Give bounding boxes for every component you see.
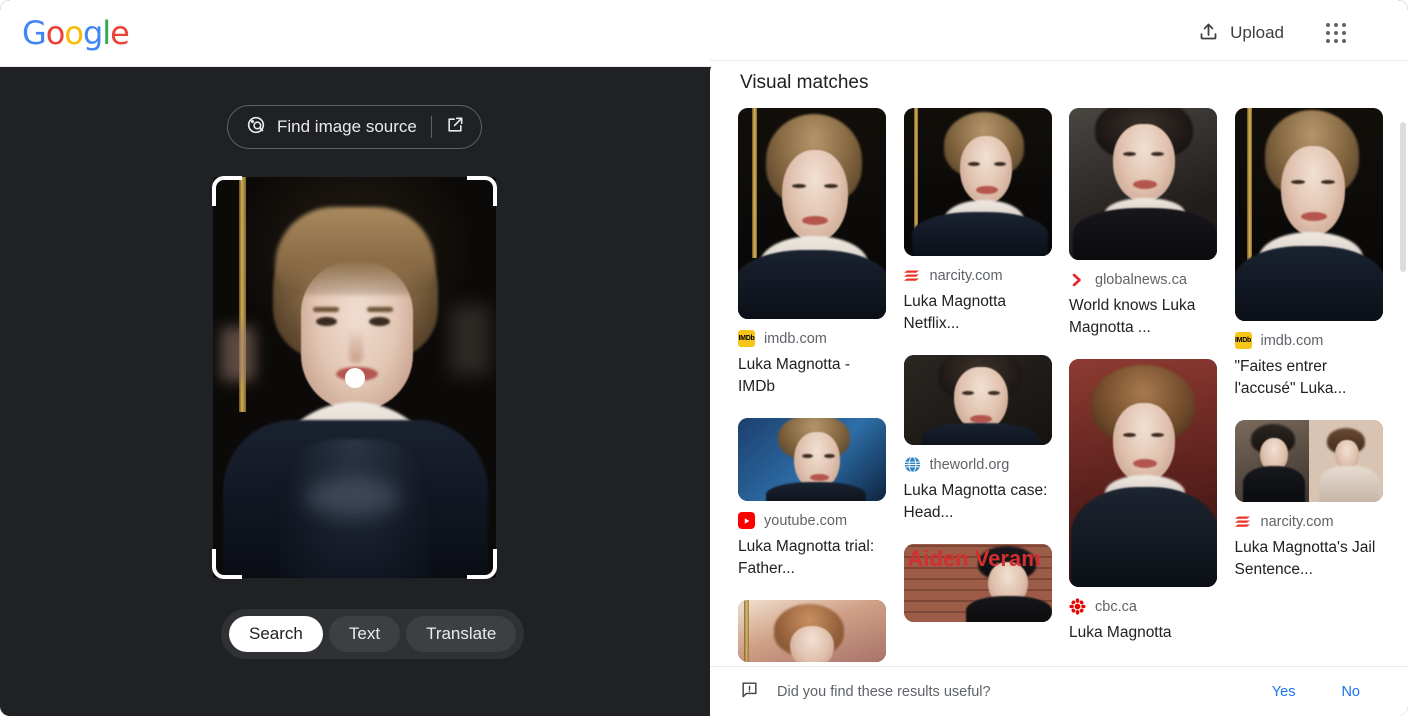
result-card[interactable]: Aiden Veram (903, 544, 1052, 622)
result-title[interactable]: Luka Magnotta case: Head... (904, 480, 1052, 524)
result-title[interactable]: "Faites entrer l'accusé" Luka... (1235, 356, 1383, 400)
upload-label: Upload (1230, 23, 1284, 42)
result-thumbnail (1069, 108, 1217, 260)
apps-grid-icon[interactable] (1326, 23, 1346, 43)
result-thumbnail (1234, 420, 1383, 502)
result-card[interactable]: theworld.org Luka Magnotta case: Head... (903, 355, 1052, 524)
crop-corner-top-left[interactable] (212, 176, 242, 206)
crop-corner-bottom-right[interactable] (467, 549, 497, 579)
mode-selector: Search Text Translate (221, 609, 525, 659)
source-domain: youtube.com (764, 512, 848, 529)
upload-button[interactable]: Upload (1194, 15, 1288, 51)
imdb-favicon: IMDb (1234, 332, 1252, 349)
result-thumbnail (1234, 108, 1383, 321)
feedback-no-button[interactable]: No (1341, 684, 1360, 700)
top-bar: Google Upload (0, 0, 1408, 67)
page-title: Visual matches (740, 72, 869, 93)
imdb-favicon: IMDb (738, 330, 755, 347)
result-title[interactable]: World knows Luka Magnotta ... (1069, 295, 1217, 339)
lens-search-icon (245, 114, 267, 141)
open-in-new-icon[interactable] (445, 115, 465, 140)
google-logo[interactable]: Google (22, 17, 130, 49)
source-domain: imdb.com (1260, 332, 1324, 349)
mode-text-button[interactable]: Text (328, 616, 401, 652)
crop-corner-top-right[interactable] (467, 176, 497, 206)
result-title[interactable]: Luka Magnotta (1069, 622, 1217, 644)
results-scrollbar[interactable] (1400, 122, 1406, 716)
source-domain: narcity.com (1260, 513, 1334, 530)
divider (430, 116, 432, 138)
result-source[interactable]: IMDb imdb.com (1234, 332, 1383, 349)
theworld-favicon (903, 456, 921, 473)
result-card[interactable]: IMDb imdb.com "Faites entrer l'accusé" L… (1234, 108, 1383, 400)
results-grid[interactable]: IMDb imdb.com Luka Magnotta - IMDb youtu… (738, 108, 1386, 674)
result-thumbnail (903, 108, 1052, 256)
mode-translate-button[interactable]: Translate (406, 616, 517, 652)
result-source[interactable]: cbc.ca (1069, 598, 1217, 615)
upload-arrow-icon (1198, 21, 1219, 45)
result-source[interactable]: theworld.org (903, 456, 1052, 473)
result-source[interactable]: youtube.com (738, 512, 886, 529)
result-source[interactable]: narcity.com (1234, 513, 1383, 530)
result-source[interactable]: narcity.com (903, 267, 1052, 284)
feedback-question: Did you find these results useful? (777, 683, 991, 700)
center-drag-handle[interactable] (344, 367, 365, 388)
visual-matches-pane: Visual matches IMDb imdb.com Luka Magnot… (710, 60, 1408, 716)
result-source[interactable]: globalnews.ca (1069, 271, 1217, 288)
feedback-yes-button[interactable]: Yes (1272, 684, 1296, 700)
result-thumbnail (738, 600, 886, 662)
result-thumbnail (1069, 359, 1217, 587)
scrollbar-thumb[interactable] (1400, 122, 1406, 272)
feedback-bar: Did you find these results useful? Yes N… (710, 666, 1408, 716)
result-title[interactable]: Luka Magnotta trial: Father... (738, 536, 886, 580)
image-crop-region[interactable] (212, 176, 497, 579)
result-thumbnail (738, 418, 886, 501)
source-domain: theworld.org (929, 456, 1010, 473)
result-source[interactable]: IMDb imdb.com (738, 330, 886, 347)
divider (710, 60, 1408, 61)
result-card[interactable]: globalnews.ca World knows Luka Magnotta … (1069, 108, 1217, 339)
result-card[interactable]: cbc.ca Luka Magnotta (1069, 359, 1217, 644)
source-domain: narcity.com (929, 267, 1003, 284)
result-card[interactable]: IMDb imdb.com Luka Magnotta - IMDb (738, 108, 886, 398)
result-card[interactable] (738, 600, 886, 662)
result-title[interactable]: Luka Magnotta Netflix... (904, 291, 1052, 335)
narcity-favicon (1234, 513, 1252, 530)
result-card[interactable]: youtube.com Luka Magnotta trial: Father.… (738, 418, 886, 580)
result-thumbnail (738, 108, 886, 319)
find-image-source-label: Find image source (277, 117, 417, 136)
find-image-source-button[interactable]: Find image source (227, 105, 482, 149)
narcity-favicon (903, 267, 921, 284)
source-domain: globalnews.ca (1095, 271, 1187, 288)
result-thumbnail (903, 355, 1052, 445)
source-domain: imdb.com (764, 330, 827, 347)
image-preview-pane: Find image source Search Text Translate (0, 67, 710, 716)
feedback-bubble-icon (740, 680, 759, 704)
globalnews-favicon (1069, 271, 1086, 288)
mode-search-button[interactable]: Search (229, 616, 323, 652)
result-title[interactable]: Luka Magnotta's Jail Sentence... (1235, 537, 1383, 581)
image-overlay-text: Aiden Veram (907, 546, 1041, 571)
result-card[interactable]: narcity.com Luka Magnotta's Jail Sentenc… (1234, 420, 1383, 581)
result-thumbnail: Aiden Veram (903, 544, 1052, 622)
result-card[interactable]: narcity.com Luka Magnotta Netflix... (903, 108, 1052, 335)
crop-corner-bottom-left[interactable] (212, 549, 242, 579)
result-title[interactable]: Luka Magnotta - IMDb (738, 354, 886, 398)
lens-window: Google Upload Find image source Search T… (0, 0, 1408, 716)
source-domain: cbc.ca (1095, 598, 1137, 615)
cbc-favicon (1069, 598, 1086, 615)
youtube-favicon (738, 512, 755, 529)
